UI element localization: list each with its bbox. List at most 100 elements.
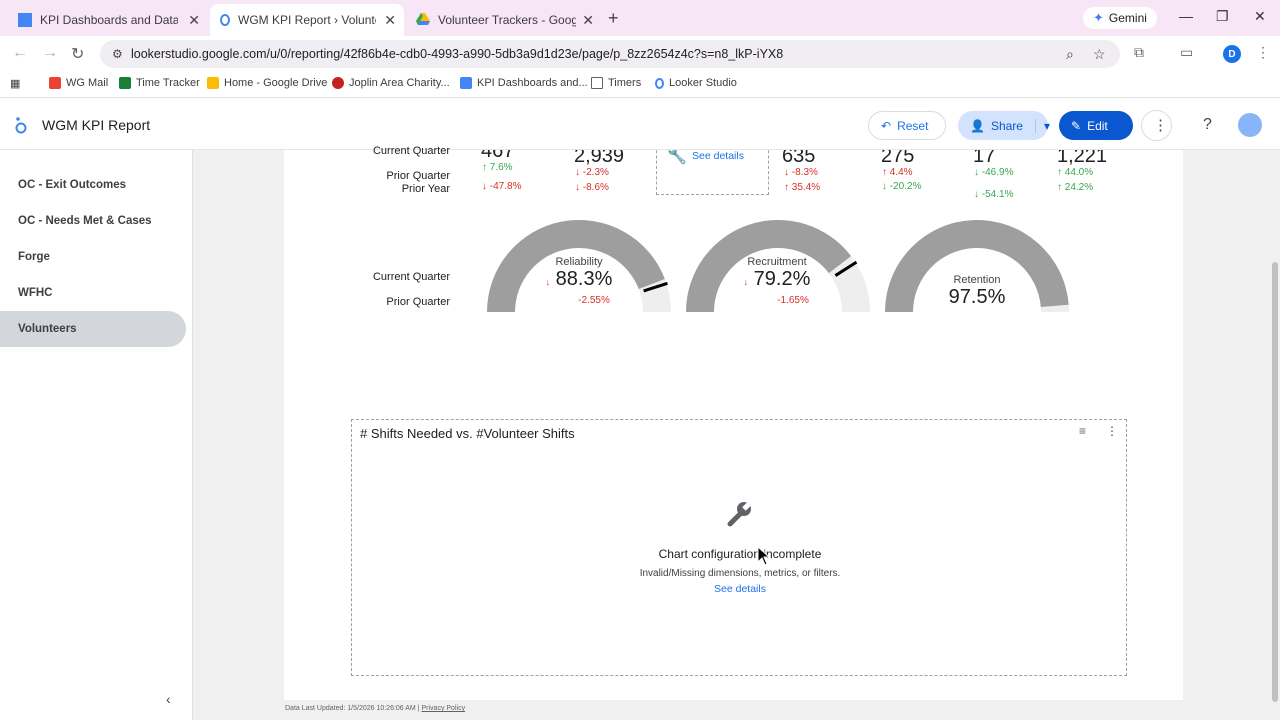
looker-icon (220, 14, 230, 26)
gauge-title: Reliability (555, 256, 603, 268)
apps-icon[interactable]: ▦ (10, 77, 20, 90)
profile-avatar[interactable]: D (1223, 45, 1241, 63)
shifts-chart[interactable]: # Shifts Needed vs. #Volunteer Shifts ≡ … (351, 419, 1127, 676)
help-icon[interactable]: ? (1203, 116, 1212, 134)
delta-text: 44.0% (1064, 167, 1094, 178)
sidebar-item-volunteers[interactable]: Volunteers (0, 311, 186, 347)
scorecard-value: 275 (881, 150, 915, 167)
chevron-down-icon[interactable]: ▾ (1034, 118, 1050, 133)
broken-scorecard[interactable]: 🔧 See details (656, 150, 769, 195)
delta-text: -54.1% (981, 189, 1014, 200)
bookmark-time-tracker[interactable]: Time Tracker (119, 77, 200, 89)
window-close-icon[interactable]: ✕ (1254, 8, 1266, 25)
sidebar-item-label: Forge (18, 251, 50, 263)
privacy-policy-link[interactable]: Privacy Policy (422, 705, 466, 712)
more-options-button[interactable] (1141, 110, 1172, 141)
close-icon[interactable]: ✕ (384, 12, 396, 29)
share-button[interactable]: 👤 Share ▾ (958, 111, 1050, 140)
bookmark-kpi-dashboards[interactable]: KPI Dashboards and... (460, 77, 588, 89)
bookmark-label: KPI Dashboards and... (477, 77, 588, 89)
browser-menu-icon[interactable]: ⋮ (1256, 44, 1270, 61)
scrollbar-thumb[interactable] (1272, 262, 1278, 702)
site-info-icon[interactable]: ⚙ (112, 47, 123, 61)
gauge-label-prior-quarter: Prior Quarter (386, 296, 450, 308)
scorecard-delta-2: ↓ -47.8% (482, 181, 522, 192)
arrow-down-icon: ↓ (545, 277, 551, 287)
collapse-sidebar-icon[interactable]: ‹ (166, 691, 171, 707)
see-details-link[interactable]: See details (352, 583, 1128, 595)
close-icon[interactable]: ✕ (188, 12, 200, 29)
drive-icon (207, 77, 219, 89)
reset-label: Reset (897, 118, 929, 133)
delta-text: -2.3% (582, 167, 609, 178)
chart-menu-icon[interactable]: ⋮ (1106, 424, 1118, 438)
bookmark-home-drive[interactable]: Home - Google Drive (207, 77, 327, 89)
bookmark-label: Timers (608, 77, 642, 89)
tab-kpi-dashboards[interactable]: KPI Dashboards and Data Links ✕ (8, 4, 208, 36)
sidebar-item-label: OC - Exit Outcomes (18, 179, 126, 191)
add-person-icon: 👤 (970, 118, 985, 133)
docs-icon (460, 77, 472, 89)
restore-icon[interactable]: ❐ (1216, 8, 1229, 25)
sidebar-item-forge[interactable]: Forge (0, 239, 186, 275)
delta-text: -20.2% (889, 181, 922, 192)
tab-volunteer-trackers[interactable]: Volunteer Trackers - Google Dri ✕ (406, 4, 602, 36)
scorecard-value: 2,939 (574, 150, 625, 167)
see-details-link[interactable]: See details (692, 150, 744, 162)
gemini-button[interactable]: ✦ Gemini (1083, 7, 1157, 29)
bookmark-label: Home - Google Drive (224, 77, 328, 89)
bookmark-label: WG Mail (66, 77, 109, 89)
close-icon[interactable]: ✕ (582, 12, 594, 29)
sidebar-item-oc-needs-met[interactable]: OC - Needs Met & Cases (0, 203, 186, 239)
delta-text: -8.3% (791, 167, 818, 178)
looker-studio-logo[interactable] (15, 116, 27, 134)
extensions-icon[interactable]: ⧉ (1134, 44, 1144, 61)
bookmark-star-icon[interactable]: ☆ (1093, 46, 1106, 63)
zoom-icon[interactable]: ⌕ (1066, 46, 1074, 63)
scorecard-delta-1: ↓ -46.9% (974, 167, 1014, 178)
gauge-value: 97.5% (948, 286, 1006, 308)
tab-title: KPI Dashboards and Data Links (40, 13, 178, 27)
gemini-icon: ✦ (1093, 10, 1104, 25)
undo-icon: ↶ (881, 118, 892, 133)
scorecard-value: 17 (973, 150, 996, 167)
bookmark-timers[interactable]: Timers (591, 77, 641, 89)
cast-icon[interactable]: ▭ (1180, 44, 1193, 61)
filter-icon[interactable]: ≡ (1079, 424, 1086, 438)
scorecard-delta-2: ↑ 24.2% (1057, 182, 1094, 193)
tab-wgm-kpi-report[interactable]: WGM KPI Report › Volunteers ✕ (210, 4, 404, 36)
minimize-icon[interactable]: — (1179, 8, 1193, 24)
edit-button[interactable]: ✎ Edit (1059, 111, 1133, 140)
config-error-detail: Invalid/Missing dimensions, metrics, or … (639, 568, 841, 579)
account-avatar-icon[interactable] (1238, 113, 1262, 137)
scorecard-delta-2: ↑ 35.4% (784, 182, 821, 193)
report-title[interactable]: WGM KPI Report (42, 117, 150, 133)
bookmark-joplin-charity[interactable]: Joplin Area Charity... (332, 77, 450, 89)
forward-icon[interactable]: → (42, 44, 58, 62)
wrench-icon: 🔧 (667, 150, 687, 165)
reset-button[interactable]: ↶ Reset (868, 111, 946, 140)
bookmark-wg-mail[interactable]: WG Mail (49, 77, 108, 89)
gauge-value: ↓ 88.3% (509, 268, 649, 291)
page-navigation: OC - Exit Outcomes OC - Needs Met & Case… (0, 150, 193, 720)
gauge-value-text: 88.3% (555, 268, 613, 290)
bookmark-looker-studio[interactable]: Looker Studio (655, 77, 737, 89)
address-bar[interactable]: ⚙ lookerstudio.google.com/u/0/reporting/… (100, 40, 1120, 68)
scorecard-delta-1: ↑ 7.6% (482, 162, 513, 173)
report-header: WGM KPI Report ↶ Reset 👤 Share ▾ ✎ Edit … (0, 100, 1280, 150)
back-icon[interactable]: ← (12, 44, 28, 62)
pencil-icon: ✎ (1071, 118, 1082, 133)
reload-icon[interactable]: ↻ (71, 44, 84, 64)
gemini-label: Gemini (1108, 11, 1147, 25)
scorecard-delta-2: ↓ -20.2% (882, 181, 922, 192)
looker-icon (655, 77, 664, 89)
gauge-delta: -2.55% (578, 295, 610, 306)
gauge-value-text: 79.2% (753, 268, 811, 290)
scorecard-delta-1: ↓ -2.3% (575, 167, 609, 178)
new-tab-icon[interactable]: + (608, 8, 619, 29)
sidebar-item-label: OC - Needs Met & Cases (18, 215, 152, 227)
scorecard-value: 635 (782, 150, 816, 167)
drive-icon (416, 13, 430, 27)
sidebar-item-wfhc[interactable]: WFHC (0, 275, 186, 311)
sidebar-item-oc-exit-outcomes[interactable]: OC - Exit Outcomes (0, 167, 186, 203)
